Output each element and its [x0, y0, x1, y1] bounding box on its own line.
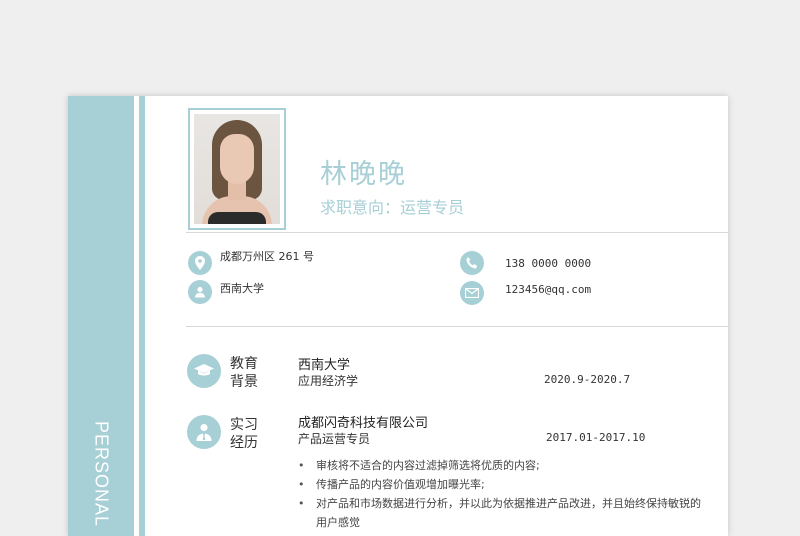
address-text: 成都万州区 261 号: [220, 250, 314, 263]
divider-top: [186, 232, 728, 233]
email-text: 123456@qq.com: [505, 283, 592, 296]
job-intent: 求职意向：运营专员: [320, 198, 465, 217]
mail-icon: [460, 281, 484, 305]
internship-date: 2017.01-2017.10: [546, 431, 646, 444]
sidebar-vertical-text: PERSONAL: [91, 420, 112, 528]
internship-company: 成都闪奇科技有限公司: [298, 416, 429, 431]
internship-section-title: 实习经历: [230, 417, 258, 451]
education-section-title: 教育背景: [230, 356, 258, 390]
divider-middle: [186, 326, 728, 327]
phone-icon: [460, 251, 484, 275]
internship-role: 产品运营专员: [298, 432, 371, 446]
profile-photo: [194, 114, 280, 224]
duty-item: 传播产品的内容价值观增加曝光率;: [298, 475, 708, 494]
duty-item: 审核将不适合的内容过滤掉筛选将优质的内容;: [298, 456, 708, 475]
candidate-name: 林晚晚: [320, 159, 407, 190]
duty-item: 对产品和市场数据进行分析，并以此为依据推进产品改进，并且始终保持敏锐的用户感觉: [298, 494, 708, 532]
user-icon: [188, 280, 212, 304]
sidebar-stripe: [139, 96, 145, 536]
location-pin-icon: [188, 251, 212, 275]
person-tie-icon: [187, 415, 221, 449]
profile-photo-frame: [188, 108, 286, 230]
education-date: 2020.9-2020.7: [544, 373, 631, 386]
resume-page: PERSONAL 林晚晚 求职意向：运营专员 成都万州区 261 号 138 0…: [68, 96, 728, 536]
graduation-cap-icon: [187, 354, 221, 388]
phone-text: 138 0000 0000: [505, 257, 592, 270]
internship-duties: 审核将不适合的内容过滤掉筛选将优质的内容; 传播产品的内容价值观增加曝光率; 对…: [298, 456, 708, 532]
school-text: 西南大学: [220, 282, 264, 295]
education-school: 西南大学: [298, 358, 351, 373]
education-major: 应用经济学: [298, 374, 359, 388]
sidebar-band: PERSONAL: [68, 96, 134, 536]
